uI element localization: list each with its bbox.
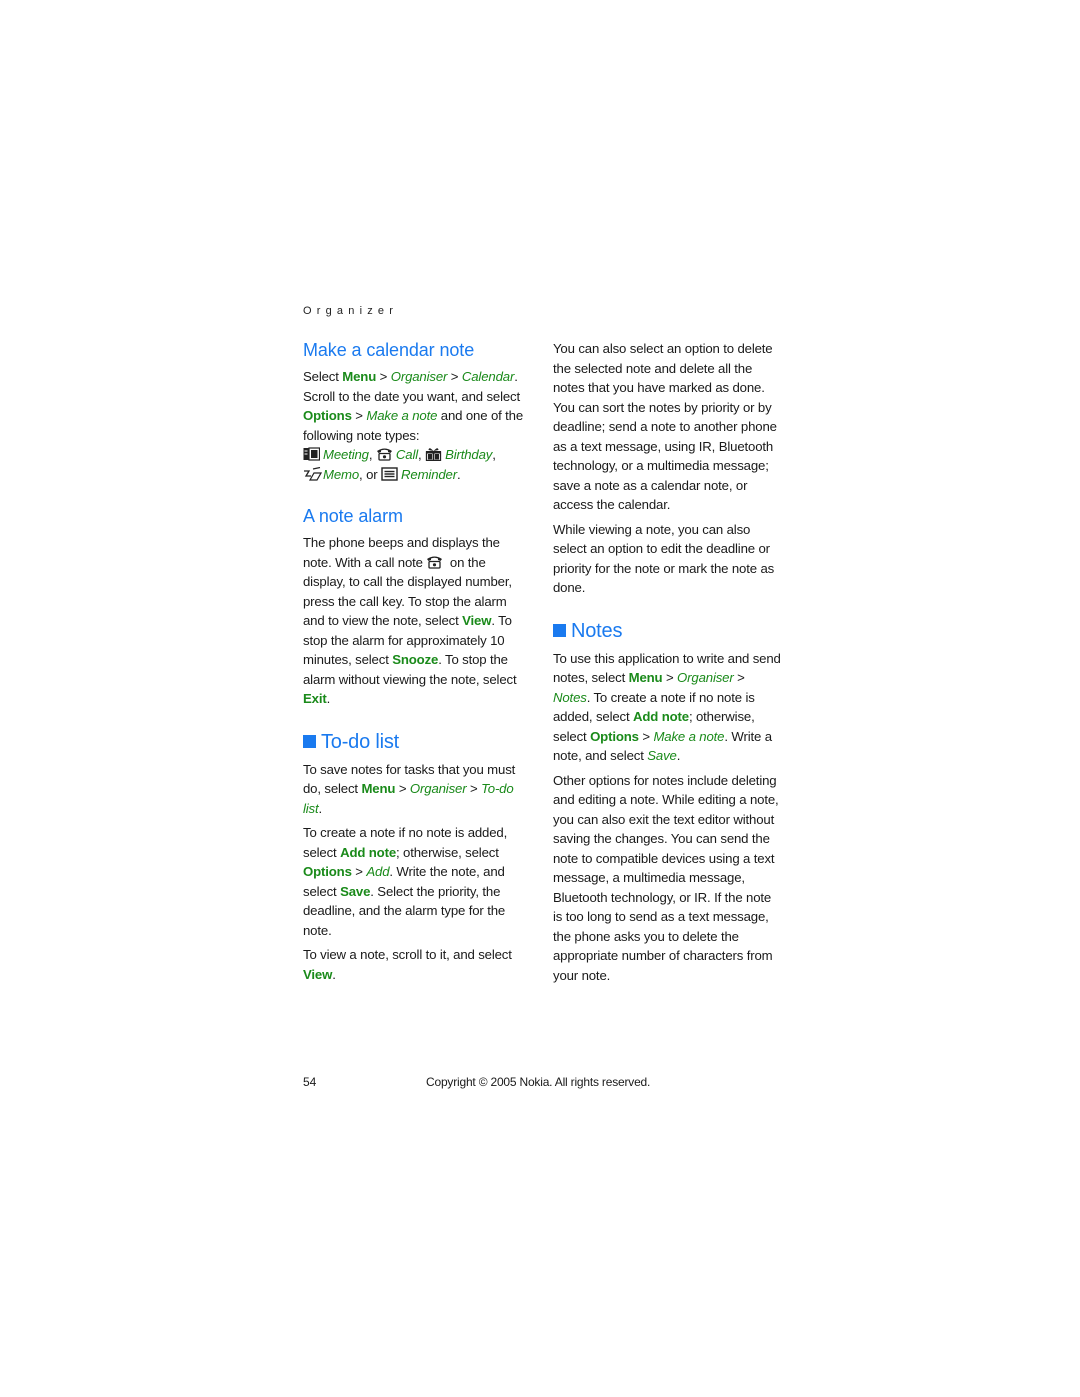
- text: .: [326, 691, 331, 706]
- running-head: Organizer: [303, 305, 399, 317]
- separator: .: [456, 466, 461, 482]
- section-todo-list: To-do list To save notes for tasks that …: [303, 729, 531, 985]
- heading-note-alarm: A note alarm: [303, 506, 403, 526]
- todo-paragraph-2: To create a note if no note is added, se…: [303, 823, 531, 940]
- add-note-link: Add note: [340, 844, 397, 860]
- heading-make-calendar-note: Make a calendar note: [303, 340, 475, 360]
- view-link: View: [462, 613, 492, 628]
- calendar-link: Calendar: [461, 369, 515, 384]
- menu-link: Menu: [342, 369, 377, 384]
- text: >: [662, 670, 678, 685]
- organiser-link: Organiser: [390, 369, 448, 384]
- text: To view a note, scroll to it, and select: [303, 947, 512, 962]
- manual-page: Organizer Make a calendar note Select Me…: [0, 0, 1080, 1397]
- note-type-label: Call: [395, 447, 419, 462]
- make-note-link: Make a note: [366, 408, 438, 423]
- birthday-icon: [425, 447, 442, 462]
- save-link: Save: [340, 883, 371, 899]
- options-link: Options: [303, 408, 352, 423]
- separator: ,: [418, 447, 426, 462]
- note-type-call: Call,: [376, 447, 425, 462]
- note-type-meeting: Meeting,: [303, 447, 376, 462]
- text: >: [376, 369, 391, 384]
- todo-paragraph-1: To save notes for tasks that you must do…: [303, 760, 531, 819]
- copyright-notice: Copyright © 2005 Nokia. All rights reser…: [426, 1075, 651, 1089]
- meeting-icon: [303, 447, 321, 461]
- separator: , or: [359, 466, 382, 482]
- note-type-reminder: Reminder.: [381, 466, 461, 482]
- memo-icon: [303, 466, 323, 481]
- text: >: [447, 369, 462, 384]
- section-notes: Notes To use this application to write a…: [553, 618, 781, 986]
- view-link: View: [303, 966, 333, 982]
- reminder-icon: [381, 466, 398, 481]
- text: >: [466, 781, 482, 796]
- text: .: [676, 748, 681, 763]
- separator: ,: [368, 447, 376, 462]
- todo-paragraph-3: To view a note, scroll to it, and select…: [303, 945, 531, 984]
- notes-paragraph-2: Other options for notes include deleting…: [553, 772, 779, 983]
- page-number: 54: [303, 1075, 317, 1089]
- text: Select: [303, 369, 343, 384]
- add-link: Add: [366, 864, 390, 879]
- section-make-calendar-note: Make a calendar note Select Menu > Organ…: [303, 338, 531, 484]
- add-note-link: Add note: [633, 709, 689, 724]
- menu-link: Menu: [361, 781, 396, 796]
- text: .: [318, 800, 323, 816]
- note-type-birthday: Birthday,: [425, 447, 496, 462]
- heading-todo-list: To-do list: [303, 729, 531, 755]
- note-type-memo: Memo, or: [303, 466, 382, 482]
- note-type-label: Birthday: [445, 447, 493, 462]
- menu-link: Menu: [628, 670, 663, 685]
- note-type-label: Reminder: [401, 466, 457, 482]
- text: >: [395, 781, 410, 796]
- heading-text: To-do list: [321, 730, 400, 753]
- section-square-icon: [553, 624, 566, 637]
- separator: ,: [492, 447, 496, 462]
- options-link: Options: [590, 728, 639, 744]
- note-type-label: Memo: [323, 466, 360, 482]
- heading-notes: Notes: [553, 618, 781, 644]
- note-alarm-paragraph: The phone beeps and displays the note. W…: [303, 533, 531, 709]
- organiser-link: Organiser: [409, 781, 467, 796]
- text: >: [638, 728, 654, 744]
- note-types-list: Meeting, Call, Birthday, Memo, or Remind…: [303, 445, 531, 484]
- options-link: Options: [303, 864, 352, 879]
- organiser-link: Organiser: [677, 670, 734, 685]
- text: .: [332, 966, 336, 982]
- notes-link: Notes: [553, 689, 587, 705]
- call-icon: [426, 555, 443, 569]
- text: >: [351, 408, 367, 423]
- todo-options-paragraph: You can also select an option to delete …: [553, 341, 777, 512]
- text: >: [733, 670, 745, 685]
- right-column: You can also select an option to delete …: [553, 339, 781, 985]
- heading-text: Notes: [571, 619, 623, 642]
- make-note-link: Make a note: [653, 728, 725, 744]
- todo-viewing-paragraph: While viewing a note, you can also selec…: [553, 521, 775, 596]
- text: ; otherwise, select: [396, 844, 499, 860]
- section-square-icon: [303, 735, 316, 748]
- snooze-link: Snooze: [392, 652, 439, 667]
- save-link: Save: [647, 748, 677, 763]
- exit-link: Exit: [303, 691, 327, 706]
- call-icon: [376, 447, 393, 461]
- text: >: [351, 864, 367, 879]
- left-column: Make a calendar note Select Menu > Organ…: [303, 338, 531, 984]
- section-note-alarm: A note alarm The phone beeps and display…: [303, 504, 531, 709]
- notes-paragraph-1: To use this application to write and sen…: [553, 649, 781, 766]
- note-type-label: Meeting: [323, 447, 369, 462]
- calendar-note-paragraph: Select Menu > Organiser > Calendar. Scro…: [303, 367, 531, 445]
